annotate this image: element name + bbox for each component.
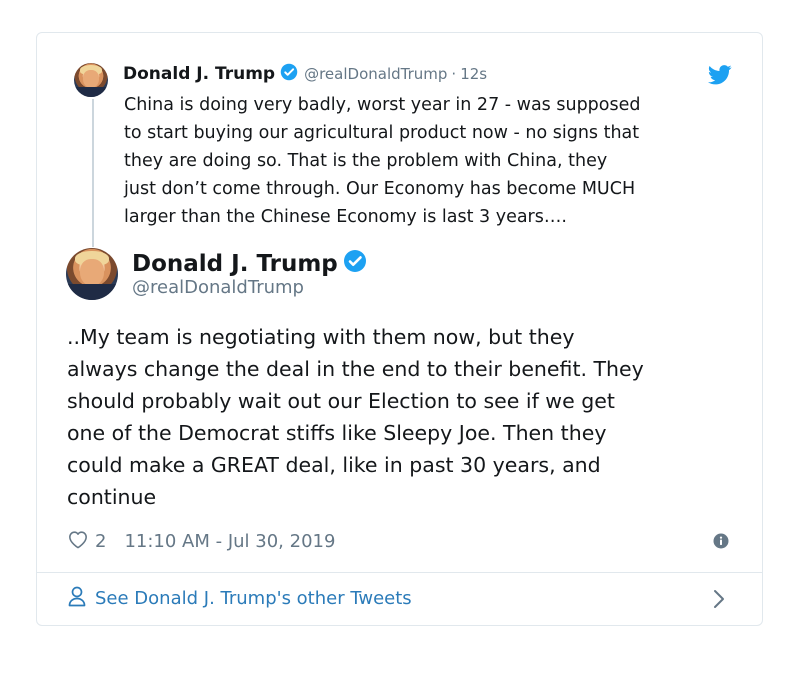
heart-icon[interactable] (67, 529, 89, 554)
chevron-right-icon[interactable] (713, 589, 725, 613)
verified-badge-icon (343, 249, 367, 279)
quoted-tweet-line: China is doing very badly, worst year in… (124, 95, 641, 115)
main-tweet-line: could make a GREAT deal, like in past 30… (67, 453, 601, 477)
quoted-tweet-line: larger than the Chinese Economy is last … (124, 207, 567, 227)
main-tweet-line: ..My team is negotiating with them now, … (67, 325, 575, 349)
quoted-tweet-line: they are doing so. That is the problem w… (124, 151, 608, 171)
tweet-timestamp[interactable]: 11:10 AM - Jul 30, 2019 (124, 531, 335, 552)
quoted-tweet-text: China is doing very badly, worst year in… (124, 91, 744, 231)
info-icon[interactable] (713, 533, 729, 553)
separator-dot: · (451, 65, 457, 83)
card-divider (37, 572, 762, 573)
verified-badge-icon (280, 63, 298, 85)
main-tweet-line: one of the Democrat stiffs like Sleepy J… (67, 421, 607, 445)
main-tweet-author: Donald J. Trump (132, 249, 367, 279)
main-tweet-line: continue (67, 485, 157, 509)
like-count[interactable]: 2 (95, 531, 106, 552)
see-other-tweets-label[interactable]: See Donald J. Trump's other Tweets (95, 588, 412, 609)
user-icon (67, 585, 87, 612)
embedded-tweet-card[interactable]: Donald J. Trump @realDonaldTrump · 12s C… (36, 32, 763, 626)
main-tweet-author-name[interactable]: Donald J. Trump (132, 251, 338, 277)
main-tweet-line: always change the deal in the end to the… (67, 357, 644, 381)
tweet-meta-row: 2 11:10 AM - Jul 30, 2019 (67, 529, 335, 554)
quoted-tweet-avatar[interactable] (74, 63, 108, 97)
main-tweet-avatar[interactable] (66, 248, 118, 300)
quoted-tweet-handle[interactable]: @realDonaldTrump (304, 65, 447, 83)
quoted-tweet-line: just don’t come through. Our Economy has… (124, 179, 636, 199)
see-other-tweets-link[interactable]: See Donald J. Trump's other Tweets (67, 585, 412, 612)
twitter-bird-icon[interactable] (707, 65, 732, 89)
thread-connector-line (92, 99, 94, 247)
main-tweet-line: should probably wait out our Election to… (67, 389, 615, 413)
quoted-tweet-header: Donald J. Trump @realDonaldTrump · 12s (123, 63, 487, 85)
quoted-tweet-line: to start buying our agricultural product… (124, 123, 640, 143)
quoted-tweet-time[interactable]: 12s (460, 65, 487, 83)
main-tweet-text: ..My team is negotiating with them now, … (67, 321, 747, 513)
quoted-tweet-author-name[interactable]: Donald J. Trump (123, 64, 275, 84)
main-tweet-handle[interactable]: @realDonaldTrump (132, 277, 304, 298)
